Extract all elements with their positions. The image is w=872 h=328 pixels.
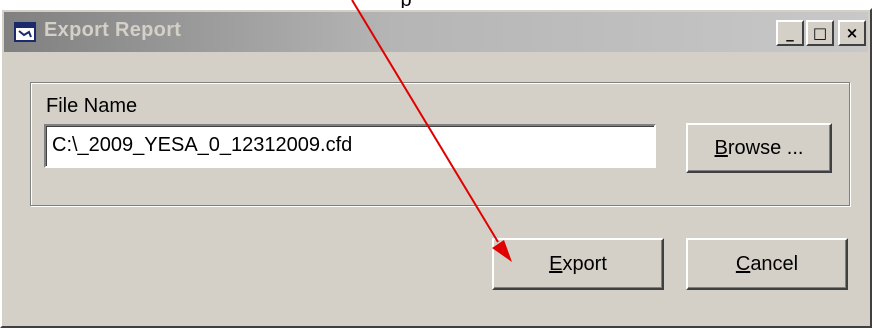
cancel-button[interactable]: Cancel — [686, 238, 848, 290]
browse-mnemonic: B — [714, 136, 728, 159]
title-bar[interactable]: Export Report _ □ × — [4, 12, 868, 52]
file-path-input[interactable]: C:\_2009_YESA_0_12312009.cfd — [44, 124, 656, 168]
window-title: Export Report — [44, 19, 182, 41]
browse-button[interactable]: Browse ... — [686, 123, 832, 173]
annotation-caption-text: p — [400, 0, 411, 8]
report-icon — [14, 22, 36, 42]
browse-label: rowse ... — [727, 136, 804, 159]
export-button[interactable]: Export — [492, 238, 664, 290]
maximize-button[interactable]: □ — [806, 20, 834, 46]
cancel-label: ancel — [750, 252, 799, 275]
annotation-caption: p — [0, 0, 872, 8]
close-button[interactable]: × — [838, 20, 866, 46]
file-name-label: File Name — [46, 95, 138, 117]
minimize-button[interactable]: _ — [776, 20, 804, 46]
export-mnemonic: E — [549, 252, 563, 275]
cancel-mnemonic: C — [735, 252, 751, 275]
export-label: xport — [562, 252, 607, 275]
